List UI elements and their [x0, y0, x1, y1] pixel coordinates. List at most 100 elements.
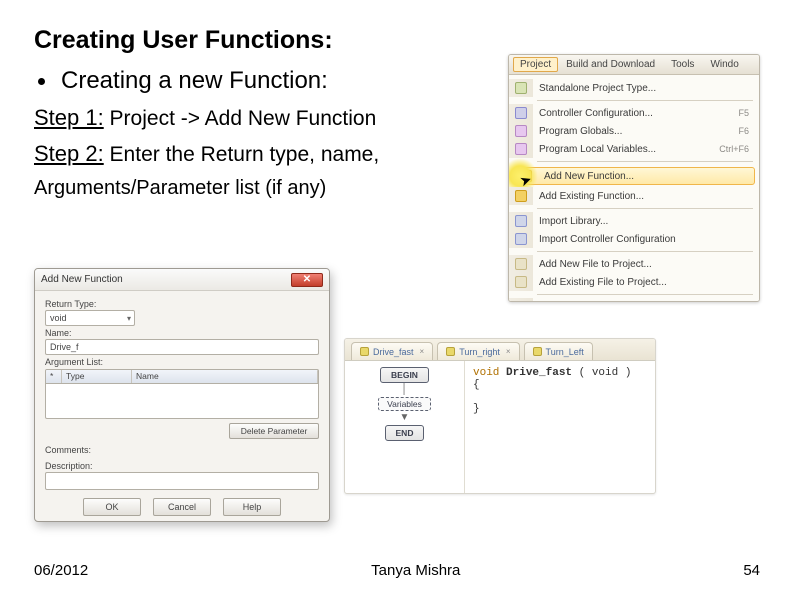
return-type-value: void — [50, 313, 67, 323]
comments-label: Comments: — [45, 445, 319, 455]
gear-icon — [515, 107, 527, 119]
import-config-icon — [515, 233, 527, 245]
menu-tools[interactable]: Tools — [663, 59, 702, 70]
code-brace-close: } — [473, 403, 480, 415]
menu-label: Add New Function... — [544, 171, 634, 182]
dialog-title: Add New Function — [41, 274, 123, 285]
description-input[interactable] — [45, 472, 319, 490]
bullet-icon — [38, 78, 45, 85]
add-existing-icon — [515, 190, 527, 202]
tab-drive-fast[interactable]: Drive_fast × — [351, 342, 433, 360]
footer-author: Tanya Mishra — [371, 562, 460, 579]
dialog-titlebar: Add New Function ✕ — [35, 269, 329, 291]
close-button[interactable]: ✕ — [291, 273, 323, 287]
tab-label: Drive_fast — [373, 347, 414, 357]
menu-label: Add Existing Function... — [539, 191, 644, 202]
argument-table[interactable]: * Type Name — [45, 369, 319, 419]
menu-item[interactable]: Add Existing Function... — [509, 187, 759, 205]
import-lib-icon — [515, 215, 527, 227]
slide: Creating User Functions: Creating a new … — [0, 0, 794, 595]
menu-item[interactable]: Program Local Variables... Ctrl+F6 — [509, 140, 759, 158]
name-label: Name: — [45, 328, 319, 338]
menu-shortcut: F5 — [738, 108, 753, 118]
competition-icon — [515, 301, 527, 302]
cancel-button[interactable]: Cancel — [153, 498, 211, 516]
menu-separator — [537, 294, 753, 295]
menu-window[interactable]: Windo — [702, 59, 746, 70]
globals-icon — [515, 125, 527, 137]
step2-rest: Enter the Return type, name, — [104, 143, 379, 166]
menu-label: Program Globals... — [539, 126, 622, 137]
dialog-body: Return Type: void Name: Drive_f Argument… — [35, 291, 329, 522]
add-function-dialog: Add New Function ✕ Return Type: void Nam… — [34, 268, 330, 522]
new-file-icon — [515, 258, 527, 270]
menu-item[interactable]: Import Library... — [509, 212, 759, 230]
menu-separator — [537, 161, 753, 162]
menu-label: Import Library... — [539, 216, 608, 227]
menu-item[interactable]: Controller Configuration... F5 — [509, 104, 759, 122]
code-preview: void Drive_fast ( void ) { } — [465, 361, 655, 493]
code-keyword: void — [473, 367, 499, 379]
menu-label: Program Local Variables... — [539, 144, 656, 155]
menu-separator — [537, 208, 753, 209]
step2: Step 2: Enter the Return type, name, — [34, 141, 494, 167]
existing-file-icon — [515, 276, 527, 288]
menu-body: Standalone Project Type... Controller Co… — [509, 75, 759, 302]
project-menu-screenshot: Project Build and Download Tools Windo S… — [508, 54, 760, 302]
dialog-buttons: OK Cancel Help — [45, 498, 319, 516]
menu-build[interactable]: Build and Download — [558, 59, 663, 70]
argument-table-header: * Type Name — [46, 370, 318, 384]
tab-icon — [533, 347, 542, 356]
delete-parameter-button[interactable]: Delete Parameter — [229, 423, 319, 439]
menu-label: Competition Project Setting... — [539, 302, 669, 303]
tab-turn-left[interactable]: Turn_Left — [524, 342, 593, 360]
arrow-icon: │ — [401, 387, 407, 393]
close-icon[interactable]: × — [420, 347, 425, 356]
step1-head: Step 1: — [34, 105, 104, 130]
menu-item[interactable]: Competition Project Setting... — [509, 298, 759, 302]
help-button[interactable]: Help — [223, 498, 281, 516]
menu-item-add-new-function[interactable]: Add New Function... ➤ — [513, 167, 755, 185]
locals-icon — [515, 143, 527, 155]
description-label: Description: — [45, 461, 319, 471]
menu-label: Standalone Project Type... — [539, 83, 656, 94]
tab-turn-right[interactable]: Turn_right × — [437, 342, 519, 360]
return-type-label: Return Type: — [45, 299, 319, 309]
tab-icon — [360, 347, 369, 356]
menu-item[interactable]: Import Controller Configuration — [509, 230, 759, 248]
menu-item[interactable]: Standalone Project Type... — [509, 79, 759, 97]
tab-label: Turn_right — [459, 347, 500, 357]
menu-shortcut: Ctrl+F6 — [719, 144, 753, 154]
name-value: Drive_f — [50, 342, 79, 352]
menu-shortcut: F6 — [738, 126, 753, 136]
subtitle: Creating a new Function: — [61, 67, 328, 95]
menu-label: Add Existing File to Project... — [539, 277, 667, 288]
code-brace-open: { — [473, 379, 480, 391]
footer-date: 06/2012 — [34, 562, 88, 579]
col-type: Type — [62, 370, 132, 383]
tabs: Drive_fast × Turn_right × Turn_Left — [345, 339, 655, 361]
tab-label: Turn_Left — [546, 347, 584, 357]
menu-label: Import Controller Configuration — [539, 234, 676, 245]
footer-page: 54 — [743, 562, 760, 579]
menu-label: Controller Configuration... — [539, 108, 653, 119]
end-node: END — [385, 425, 425, 441]
step1: Step 1: Project -> Add New Function — [34, 105, 494, 131]
menu-label: Add New File to Project... — [539, 259, 652, 270]
close-icon[interactable]: × — [506, 347, 511, 356]
ok-button[interactable]: OK — [83, 498, 141, 516]
arglist-label: Argument List: — [45, 357, 319, 367]
menu-item[interactable]: Add New File to Project... — [509, 255, 759, 273]
menu-item[interactable]: Program Globals... F6 — [509, 122, 759, 140]
variables-node: Variables — [378, 397, 431, 411]
tab-icon — [446, 347, 455, 356]
code-sig: ( void ) — [572, 367, 631, 379]
menu-item[interactable]: Add Existing File to Project... — [509, 273, 759, 291]
return-type-select[interactable]: void — [45, 310, 135, 326]
function-preview-screenshot: Drive_fast × Turn_right × Turn_Left BEGI… — [344, 338, 656, 494]
arrow-icon: ▼ — [400, 415, 410, 421]
doc-icon — [515, 82, 527, 94]
col-name: Name — [132, 370, 318, 383]
name-input[interactable]: Drive_f — [45, 339, 319, 355]
menu-project[interactable]: Project — [513, 57, 558, 72]
